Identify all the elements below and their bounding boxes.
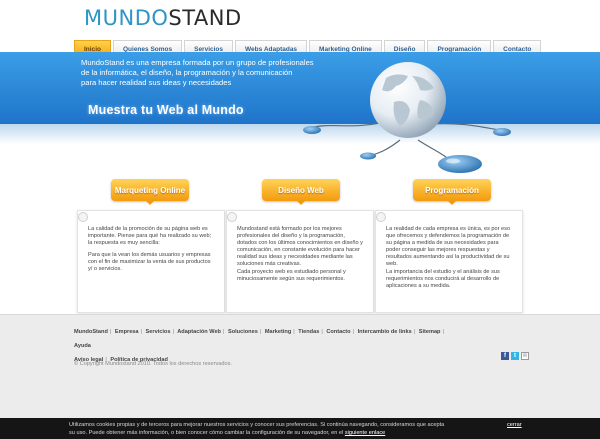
pin-icon [376,212,386,222]
globe-icon [370,62,446,138]
column-marqueting: La calidad de la promoción de su página … [77,210,225,313]
footer-link-soluciones[interactable]: Soluciones [228,329,258,335]
programacion-button[interactable]: Programación [413,179,491,205]
footer-link-empresa[interactable]: Empresa [115,329,139,335]
twitter-icon[interactable]: t [511,352,519,360]
mail-icon[interactable]: ✉ [521,352,529,360]
footer-link-marketing[interactable]: Marketing [265,329,291,335]
column-marqueting-p1: La calidad de la promoción de su página … [88,226,212,247]
footer-link-adaptacion-web[interactable]: Adaptación Web [177,329,221,335]
column-diseno: Mundostand está formado por los mejores … [226,210,374,313]
cable-right [429,123,501,131]
cookie-text-2-wrap: su uso. Puede obtener más información, o… [69,429,600,437]
column-diseno-p1: Mundostand está formado por los mejores … [237,226,363,268]
footer-link-ayuda[interactable]: Ayuda [74,343,91,349]
column-diseno-p2: Cada proyecto web es estudiado personal … [237,268,346,282]
site-logo[interactable]: MUNDOSTAND [84,6,242,30]
globe-mouse-illustration [303,62,511,173]
cable-bottom-left [369,139,401,157]
logo-part-stand: STAND [168,6,242,30]
cookie-more-link[interactable]: siguiente enlace [345,430,385,436]
mouse-icon-left [303,126,321,134]
pin-icon [78,212,88,222]
facebook-icon[interactable]: f [501,352,509,360]
footer-link-contacto[interactable]: Contacto [326,329,350,335]
social-icons: f t ✉ [501,352,529,360]
column-programacion-p2: La importancia del estudio y el análisis… [386,268,500,289]
footer-link-sitemap[interactable]: Sitemap [419,329,441,335]
diseno-web-button[interactable]: Diseño Web [262,179,340,205]
footer-link-mundostand[interactable]: MundoStand [74,329,108,335]
cookie-close-link[interactable]: cerrar [507,421,522,429]
mouse-icon-mid [360,152,376,160]
cookie-bar: Utilizamos cookies propias y de terceros… [0,418,600,439]
cable-bottom [417,139,451,161]
copyright: © Copyright Mundostand 2010. Todos los d… [74,361,232,367]
footer-link-intercambio[interactable]: Intercambio de links [358,329,412,335]
pin-icon [227,212,237,222]
column-programacion: La realidad de cada empresa es única, es… [375,210,523,313]
footer-link-servicios[interactable]: Servicios [146,329,171,335]
footer-link-tiendas[interactable]: Tiendas [298,329,319,335]
cookie-text-2: su uso. Puede obtener más información, o… [69,430,345,436]
column-programacion-p1: La realidad de cada empresa es única, es… [386,226,511,268]
cable-left [309,121,386,129]
hero-tagline: Muestra tu Web al Mundo [88,103,244,117]
mouse-icon-right [493,128,511,136]
marqueting-online-button[interactable]: Marqueting Online [111,179,189,205]
mouse-icon-large [438,155,482,173]
column-marqueting-p2: Para que la vean los demás usuarios y em… [88,252,211,273]
logo-part-mundo: MUNDO [84,6,169,30]
